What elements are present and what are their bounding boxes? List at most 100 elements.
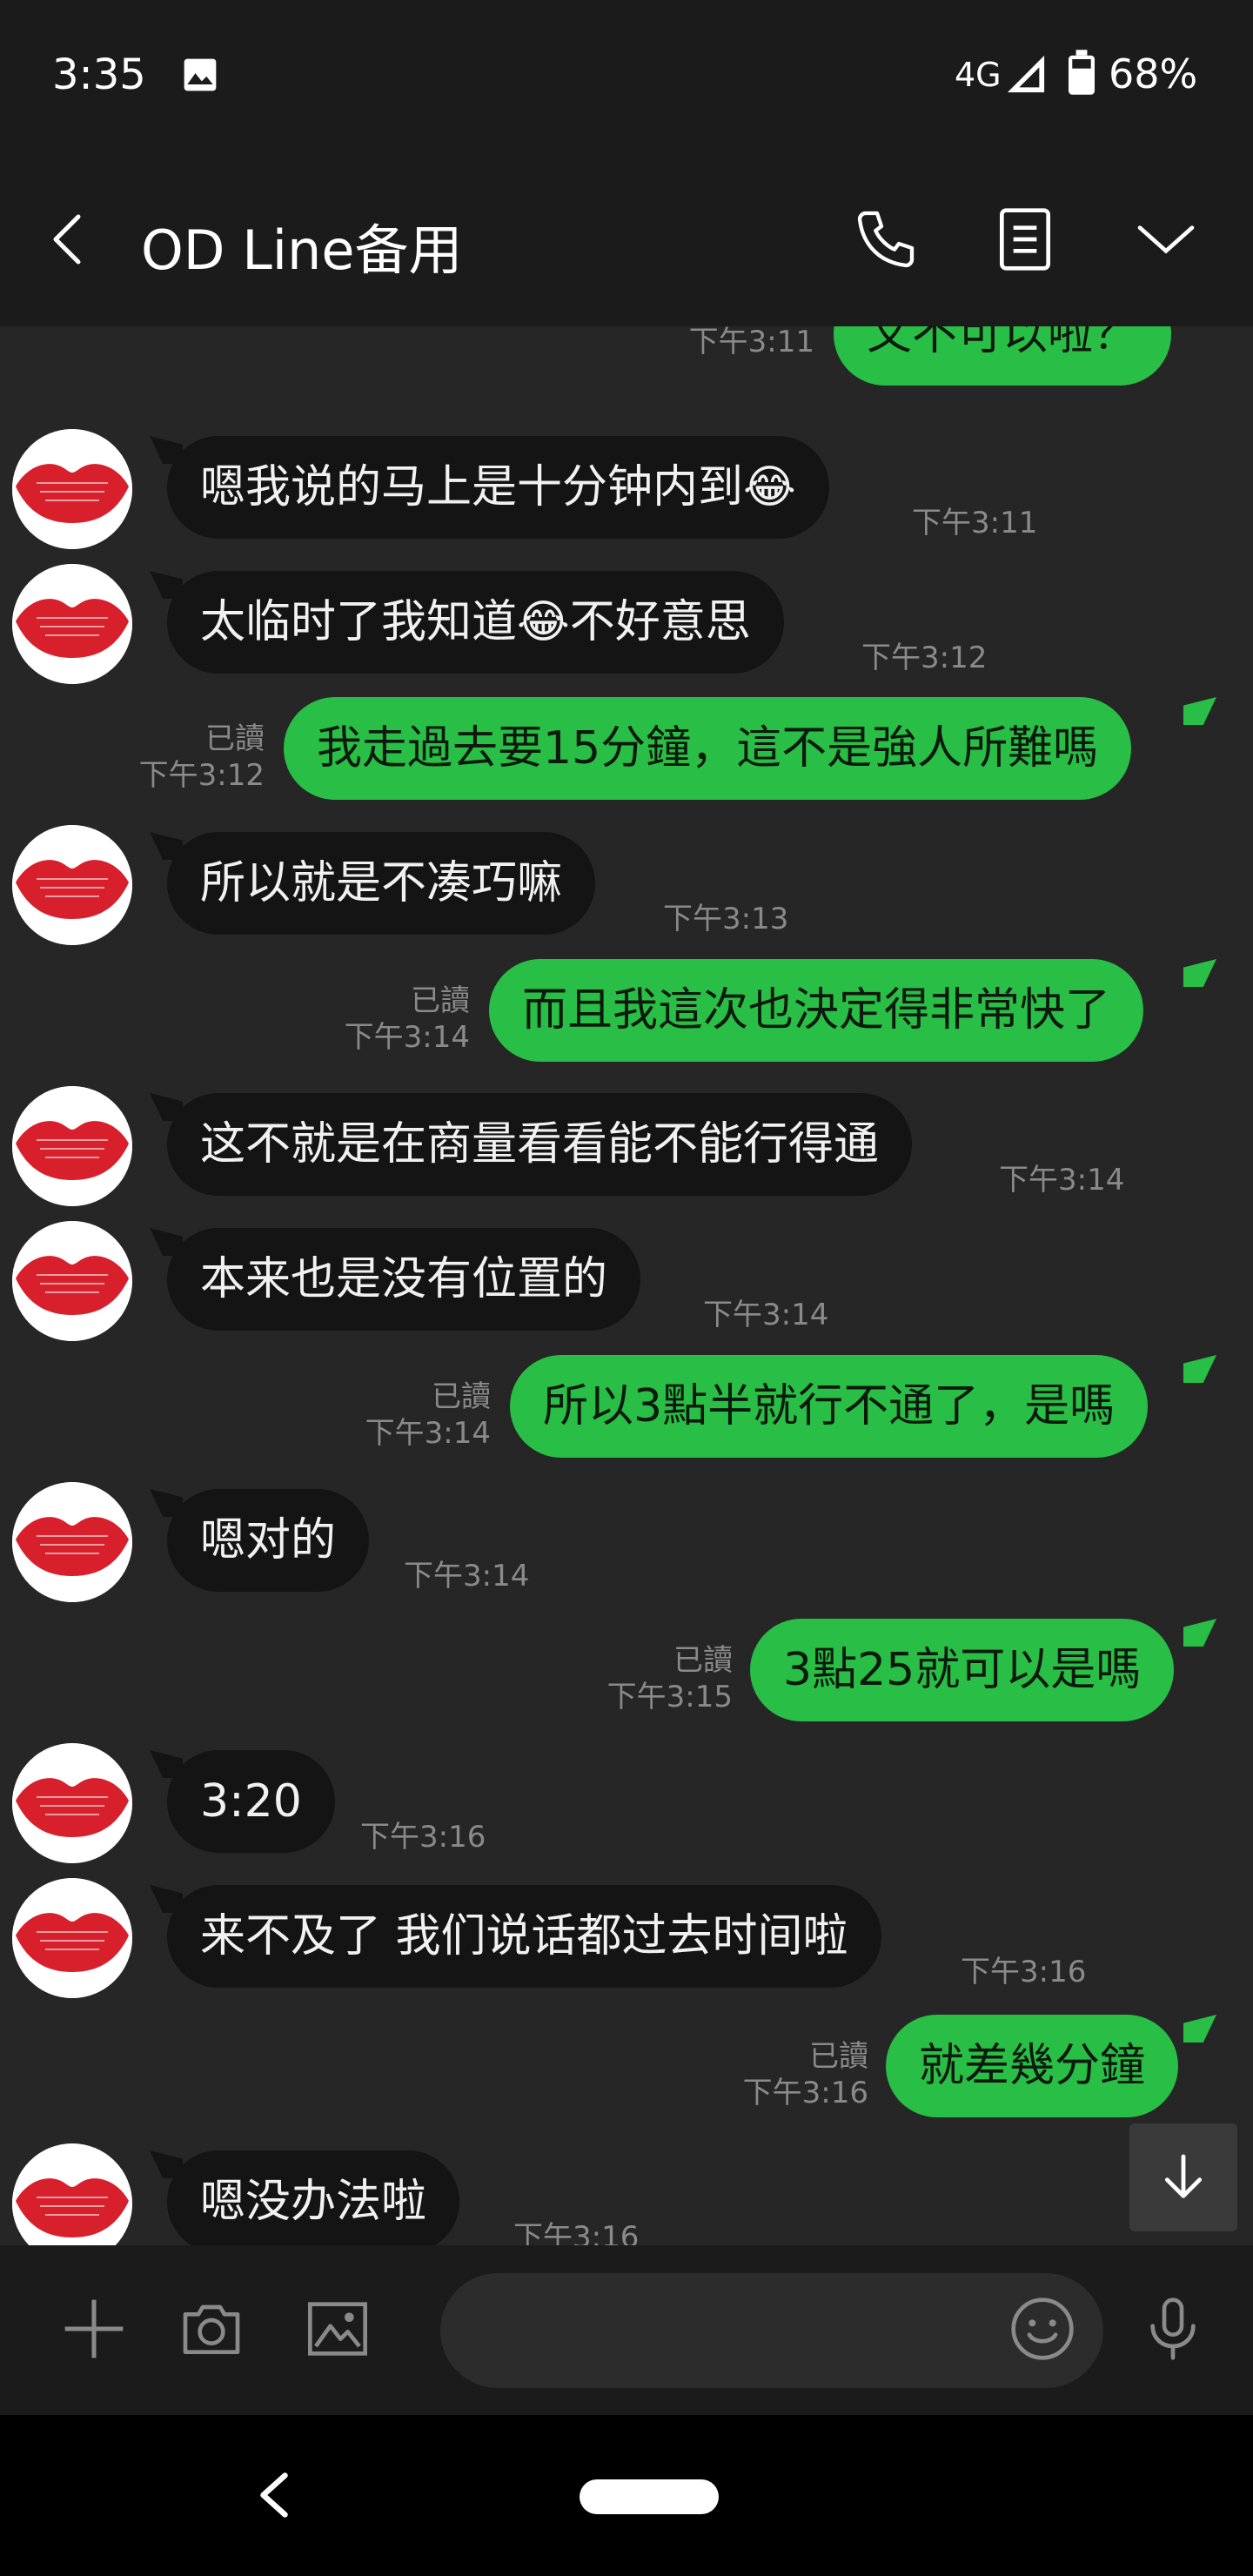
message-time: 下午3:14 — [404, 1559, 530, 1593]
message-incoming: 3:20 下午3:16 — [0, 1743, 1253, 1865]
lips-image — [12, 1743, 132, 1863]
avatar[interactable] — [12, 1743, 132, 1863]
message-incoming: 太临时了我知道😂不好意思 下午3:12 — [0, 564, 1253, 686]
message-bubble[interactable]: 这不就是在商量看看能不能行得通 — [167, 1093, 913, 1196]
message-bubble[interactable]: 又不可以啦？ — [834, 326, 1172, 386]
message-bubble[interactable]: 而且我這次也決定得非常快了 — [489, 959, 1144, 1062]
system-navigation-bar — [0, 2415, 1253, 2576]
call-button[interactable] — [844, 198, 928, 281]
message-time: 下午3:12 — [861, 641, 988, 675]
message-time: 下午3:14 — [344, 1020, 470, 1055]
scroll-to-bottom-button[interactable] — [1129, 2123, 1237, 2231]
message-outgoing: 而且我這次也決定得非常快了 已讀 下午3:14 — [0, 959, 1253, 1081]
home-pill[interactable] — [580, 2479, 719, 2514]
image-button[interactable] — [296, 2287, 379, 2371]
image-icon — [308, 2302, 367, 2356]
avatar[interactable] — [12, 429, 132, 549]
message-time: 下午3:16 — [742, 2076, 868, 2110]
message-incoming: 本来也是没有位置的 下午3:14 — [0, 1221, 1253, 1343]
message-time: 下午3:14 — [999, 1163, 1125, 1197]
lips-image — [12, 2143, 132, 2245]
lips-image — [12, 1878, 132, 1998]
menu-expand-button[interactable] — [1124, 198, 1208, 281]
arrow-down-icon — [1164, 2154, 1203, 2198]
notes-button[interactable] — [983, 198, 1067, 281]
message-bubble[interactable]: 嗯我说的马上是十分钟内到😂 — [167, 436, 829, 539]
chat-header: OD Line备用 — [0, 152, 1253, 326]
message-incoming: 来不及了 我们说话都过去时间啦 下午3:16 — [0, 1878, 1253, 2000]
chat-screen: 3:35 4G 68% OD Line备用 又不可以啦？ 下午3:11 嗯我说的… — [0, 0, 1253, 2576]
battery-icon — [1069, 50, 1095, 95]
avatar[interactable] — [12, 825, 132, 945]
message-incoming: 所以就是不凑巧嘛 下午3:13 — [0, 825, 1253, 947]
bubble-tail — [1183, 1619, 1216, 1647]
battery-percentage: 68% — [1109, 50, 1198, 97]
bubble-tail — [1183, 697, 1216, 725]
add-button[interactable] — [52, 2287, 136, 2371]
message-input-bar — [0, 2245, 1253, 2415]
avatar[interactable] — [12, 564, 132, 684]
message-bubble[interactable]: 我走過去要15分鐘，這不是強人所難嗎 — [284, 697, 1132, 800]
message-bubble[interactable]: 来不及了 我们说话都过去时间啦 — [167, 1885, 881, 1988]
message-bubble[interactable]: 所以3點半就行不通了，是嗎 — [510, 1355, 1149, 1458]
message-outgoing: 就差幾分鐘 已讀 下午3:16 — [0, 2015, 1253, 2137]
message-bubble[interactable]: 太临时了我知道😂不好意思 — [167, 571, 784, 674]
bubble-tail — [1183, 2015, 1216, 2043]
message-incoming: 嗯没办法啦 下午3:16 — [0, 2143, 1253, 2245]
chevron-down-icon — [1137, 225, 1195, 254]
message-incoming: 这不就是在商量看看能不能行得通 下午3:14 — [0, 1086, 1253, 1208]
lips-image — [12, 1086, 132, 1206]
bubble-tail — [1183, 1355, 1216, 1383]
avatar[interactable] — [12, 1878, 132, 1998]
message-outgoing: 又不可以啦？ 已讀 下午3:11 — [0, 326, 1253, 405]
gallery-notification-icon — [184, 58, 217, 91]
camera-icon — [183, 2304, 240, 2354]
message-time: 下午3:11 — [912, 506, 1038, 540]
microphone-icon — [1150, 2298, 1196, 2360]
message-outgoing: 3點25就可以是嗎 已讀 下午3:15 — [0, 1619, 1253, 1741]
avatar[interactable] — [12, 2143, 132, 2245]
camera-button[interactable] — [170, 2287, 253, 2371]
back-arrow-icon[interactable] — [35, 205, 104, 274]
message-bubble[interactable]: 就差幾分鐘 — [886, 2015, 1179, 2117]
message-time: 下午3:14 — [365, 1416, 491, 1451]
avatar[interactable] — [12, 1221, 132, 1341]
lips-image — [12, 429, 132, 549]
voice-button[interactable] — [1131, 2287, 1215, 2371]
message-time: 下午3:15 — [606, 1680, 733, 1714]
lips-image — [12, 825, 132, 945]
lips-image — [12, 1482, 132, 1602]
message-bubble[interactable]: 3點25就可以是嗎 — [750, 1619, 1175, 1721]
lips-image — [12, 564, 132, 684]
message-time: 下午3:11 — [688, 326, 814, 359]
message-outgoing: 我走過去要15分鐘，這不是強人所難嗎 已讀 下午3:12 — [0, 697, 1253, 819]
avatar[interactable] — [12, 1086, 132, 1206]
message-time: 下午3:16 — [360, 1820, 486, 1855]
message-time: 下午3:16 — [513, 2220, 640, 2245]
message-bubble[interactable]: 嗯对的 — [167, 1489, 370, 1592]
lips-image — [12, 1221, 132, 1341]
message-bubble[interactable]: 所以就是不凑巧嘛 — [167, 832, 596, 935]
chat-title: OD Line备用 — [141, 218, 463, 282]
notes-icon — [1000, 208, 1050, 271]
message-list[interactable]: 又不可以啦？ 已讀 下午3:11 嗯我说的马上是十分钟内到😂 下午3:11 太临… — [0, 326, 1253, 2245]
plus-icon — [64, 2299, 124, 2358]
message-time: 下午3:14 — [703, 1298, 829, 1332]
message-time: 下午3:16 — [961, 1955, 1087, 1989]
message-time: 下午3:13 — [663, 902, 789, 936]
network-type: 4G — [955, 56, 1002, 94]
bubble-tail — [1183, 959, 1216, 987]
message-bubble[interactable]: 3:20 — [167, 1750, 335, 1853]
message-outgoing: 所以3點半就行不通了，是嗎 已讀 下午3:14 — [0, 1355, 1253, 1477]
signal-icon — [1007, 55, 1045, 93]
avatar[interactable] — [12, 1482, 132, 1602]
message-incoming: 嗯对的 下午3:14 — [0, 1482, 1253, 1604]
emoji-button[interactable] — [1001, 2287, 1084, 2371]
message-time: 下午3:12 — [138, 758, 265, 793]
nav-back-icon[interactable] — [252, 2467, 296, 2523]
status-bar: 3:35 4G 68% — [0, 0, 1253, 152]
emoji-icon — [1011, 2298, 1074, 2360]
phone-icon — [857, 211, 915, 268]
message-bubble[interactable]: 嗯没办法啦 — [167, 2150, 460, 2245]
message-bubble[interactable]: 本来也是没有位置的 — [167, 1228, 641, 1331]
